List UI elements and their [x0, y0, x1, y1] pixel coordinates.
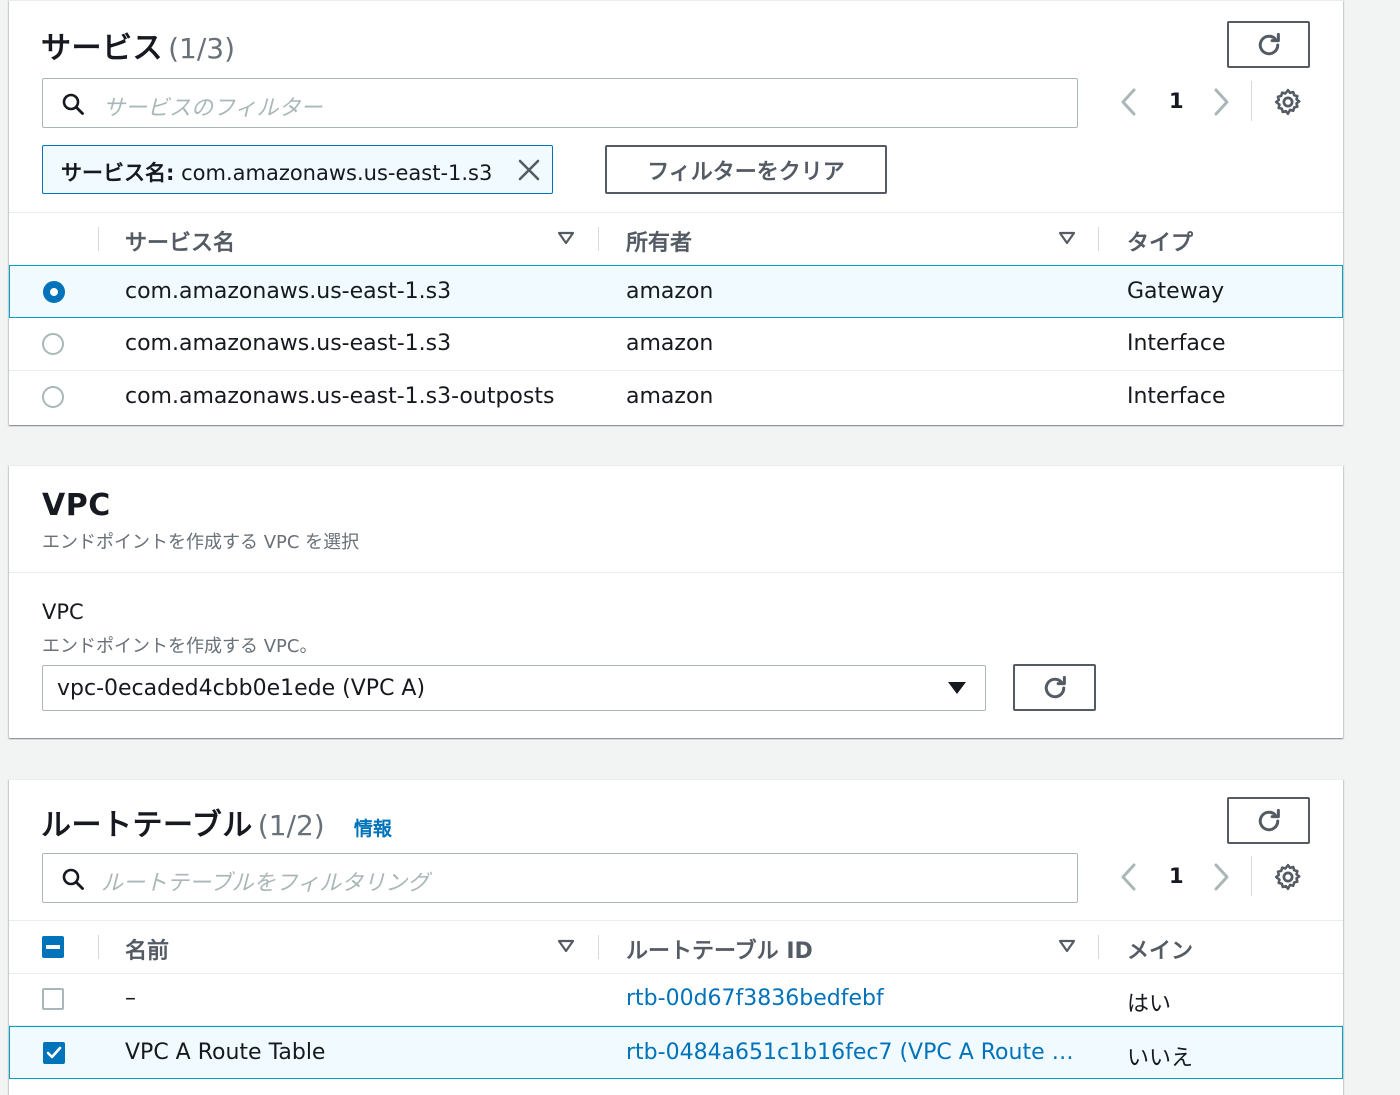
row-checkbox[interactable]	[43, 1042, 65, 1064]
column-divider	[98, 935, 99, 959]
services-title: サービス	[41, 31, 163, 66]
vpc-panel: VPC エンドポイントを作成する VPC を選択 VPC エンドポイントを作成す…	[9, 465, 1343, 738]
column-route-table-id[interactable]: ルートテーブル ID	[626, 933, 813, 965]
caret-down-icon	[948, 682, 966, 694]
column-type[interactable]: タイプ	[1127, 225, 1193, 257]
column-divider	[598, 935, 599, 959]
next-page-icon[interactable]	[1211, 87, 1231, 117]
table-row[interactable]: VPC A Route Table rtb-0484a651c1b16fec7 …	[9, 1026, 1343, 1079]
type-cell: Interface	[1127, 331, 1226, 356]
filter-token-text: サービス名: com.amazonaws.us-east-1.s3	[61, 157, 492, 187]
services-search-placeholder: サービスのフィルター	[103, 96, 323, 121]
column-divider	[1098, 935, 1099, 959]
row-radio[interactable]	[42, 386, 64, 408]
table-row[interactable]: com.amazonaws.us-east-1.s3 amazon Interf…	[9, 318, 1343, 371]
column-divider	[598, 227, 599, 251]
gear-icon[interactable]	[1273, 87, 1303, 117]
route-tables-heading: ルートテーブル (1/2) 情報	[41, 800, 392, 844]
route-tables-page-number[interactable]: 1	[1169, 864, 1184, 888]
sort-caret-icon[interactable]	[1058, 230, 1076, 246]
service-name-cell: com.amazonaws.us-east-1.s3	[125, 331, 452, 356]
refresh-icon	[1044, 675, 1066, 698]
name-cell: –	[125, 986, 136, 1011]
vpc-selected-value: vpc-0ecaded4cbb0e1ede (VPC A)	[57, 676, 426, 701]
main-cell: はい	[1127, 992, 1172, 1017]
name-cell: VPC A Route Table	[125, 1040, 326, 1065]
section-divider	[9, 572, 1343, 573]
info-link[interactable]: 情報	[354, 818, 392, 840]
service-name-cell: com.amazonaws.us-east-1.s3-outposts	[125, 384, 555, 409]
column-owner[interactable]: 所有者	[626, 225, 692, 257]
table-row[interactable]: – rtb-00d67f3836bedfebf はい	[9, 973, 1343, 1026]
route-table-id-link[interactable]: rtb-0484a651c1b16fec7 (VPC A Route …	[626, 1040, 1074, 1065]
search-icon	[62, 93, 84, 115]
route-tables-refresh-button[interactable]	[1227, 797, 1310, 844]
close-icon[interactable]	[517, 158, 541, 182]
next-page-icon[interactable]	[1211, 862, 1231, 892]
checkmark-icon	[46, 1046, 62, 1059]
filter-token: サービス名: com.amazonaws.us-east-1.s3	[42, 145, 553, 194]
route-tables-title: ルートテーブル	[41, 808, 253, 843]
vpc-field-description: エンドポイントを作成する VPC。	[42, 636, 318, 657]
sort-caret-icon[interactable]	[557, 938, 575, 954]
previous-page-icon[interactable]	[1119, 862, 1139, 892]
refresh-icon	[1258, 808, 1280, 831]
vpc-select[interactable]: vpc-0ecaded4cbb0e1ede (VPC A)	[42, 665, 986, 711]
route-tables-table-header: 名前 ルートテーブル ID メイン	[9, 920, 1343, 974]
table-row[interactable]: com.amazonaws.us-east-1.s3-outposts amaz…	[9, 371, 1343, 424]
services-count: (1/3)	[168, 32, 236, 65]
route-tables-search-placeholder: ルートテーブルをフィルタリング	[101, 871, 430, 896]
route-table-id-link[interactable]: rtb-00d67f3836bedfebf	[626, 986, 884, 1011]
row-radio[interactable]	[43, 281, 65, 303]
services-page-number[interactable]: 1	[1169, 89, 1184, 113]
indeterminate-icon	[46, 945, 60, 949]
vpc-refresh-button[interactable]	[1013, 664, 1096, 711]
column-main[interactable]: メイン	[1127, 933, 1193, 965]
main-cell: いいえ	[1127, 1046, 1194, 1071]
type-cell: Gateway	[1127, 279, 1225, 304]
column-divider	[98, 227, 99, 251]
row-checkbox[interactable]	[42, 988, 64, 1010]
sort-caret-icon[interactable]	[557, 230, 575, 246]
services-refresh-button[interactable]	[1227, 21, 1310, 68]
services-heading: サービス (1/3)	[41, 23, 235, 67]
vpc-description: エンドポイントを作成する VPC を選択	[42, 532, 360, 553]
pager-divider	[1251, 81, 1252, 121]
owner-cell: amazon	[626, 384, 714, 409]
column-name[interactable]: 名前	[125, 933, 169, 965]
route-tables-count: (1/2)	[257, 809, 325, 842]
services-table-header: サービス名 所有者 タイプ	[9, 212, 1343, 266]
services-search-input[interactable]: サービスのフィルター	[42, 78, 1078, 128]
route-tables-panel: ルートテーブル (1/2) 情報 ルートテーブルをフィルタリング 1 名前 ルー…	[9, 779, 1343, 1095]
route-tables-search-input[interactable]: ルートテーブルをフィルタリング	[42, 853, 1078, 903]
services-panel: サービス (1/3) サービスのフィルター 1 サービス名: com.amazo…	[9, 0, 1343, 425]
search-icon	[62, 868, 84, 890]
sort-caret-icon[interactable]	[1058, 938, 1076, 954]
vpc-field-label: VPC	[42, 600, 84, 624]
table-row[interactable]: com.amazonaws.us-east-1.s3 amazon Gatewa…	[9, 265, 1343, 318]
row-radio[interactable]	[42, 333, 64, 355]
pager-divider	[1251, 856, 1252, 896]
column-service-name[interactable]: サービス名	[125, 225, 235, 257]
clear-filter-button[interactable]: フィルターをクリア	[605, 145, 887, 194]
owner-cell: amazon	[626, 331, 714, 356]
filter-token-value: com.amazonaws.us-east-1.s3	[181, 161, 493, 185]
refresh-icon	[1258, 32, 1280, 55]
service-name-cell: com.amazonaws.us-east-1.s3	[125, 279, 452, 304]
column-divider	[1098, 227, 1099, 251]
filter-token-key: サービス名:	[61, 161, 175, 185]
previous-page-icon[interactable]	[1119, 87, 1139, 117]
gear-icon[interactable]	[1273, 862, 1303, 892]
select-all-checkbox[interactable]	[42, 936, 64, 958]
vpc-title: VPC	[42, 488, 111, 523]
type-cell: Interface	[1127, 384, 1226, 409]
owner-cell: amazon	[626, 279, 714, 304]
